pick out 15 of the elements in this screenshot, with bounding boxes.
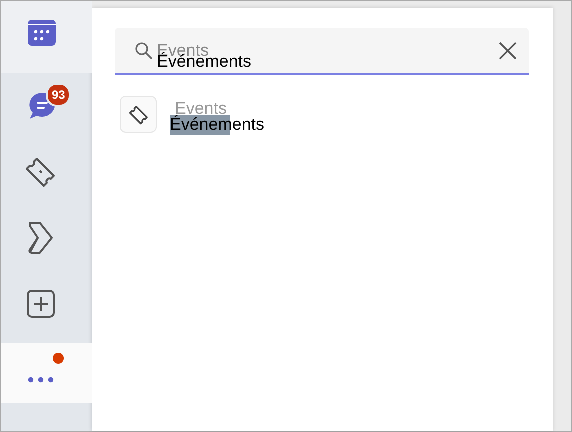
selected-rail-item[interactable] (1, 343, 92, 403)
chevron-icon[interactable] (28, 221, 54, 255)
close-icon (499, 42, 517, 60)
search-icon (135, 42, 153, 60)
add-icon[interactable] (26, 290, 54, 318)
unread-badge: 93 (46, 83, 72, 107)
close-button[interactable] (499, 42, 517, 60)
search-field[interactable]: Events Événements (115, 28, 529, 75)
ticket-icon[interactable] (24, 156, 56, 188)
rail-item[interactable]: 93 (1, 73, 92, 139)
selected-rail-item[interactable] (1, 1, 92, 73)
calendar-icon[interactable] (28, 20, 56, 46)
more-icon[interactable] (28, 377, 54, 383)
ticket-icon (128, 104, 148, 124)
app-tile[interactable] (120, 96, 157, 133)
